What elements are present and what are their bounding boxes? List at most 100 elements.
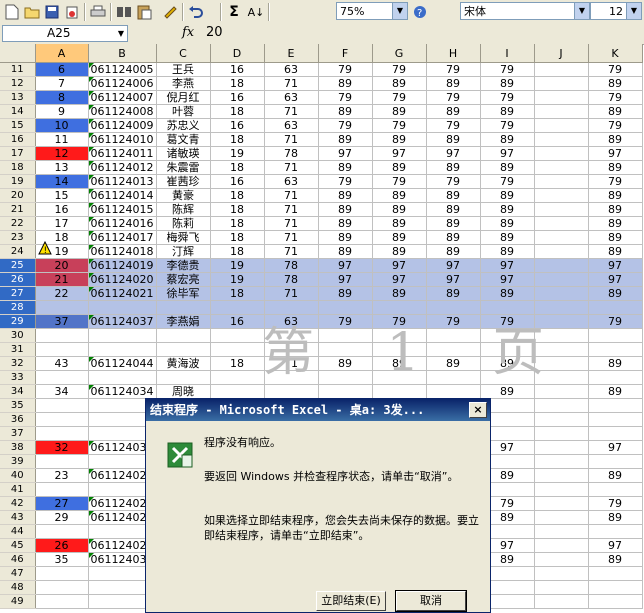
- cell-i[interactable]: 97: [480, 272, 535, 287]
- cell-b[interactable]: 061124007: [88, 90, 157, 105]
- cell-d[interactable]: 16: [210, 118, 265, 133]
- cell-a[interactable]: 10: [35, 118, 89, 133]
- cell-c[interactable]: 梅舜飞: [156, 230, 211, 245]
- cell-f[interactable]: 97: [318, 258, 373, 273]
- cell-c[interactable]: 李德贵: [156, 258, 211, 273]
- cell-a[interactable]: 27: [35, 496, 89, 511]
- cell-d[interactable]: 18: [210, 132, 265, 147]
- cell-c[interactable]: 汀辉: [156, 244, 211, 259]
- cell-f[interactable]: [318, 328, 373, 343]
- cell-f[interactable]: 79: [318, 118, 373, 133]
- cell-i[interactable]: [480, 300, 535, 315]
- cell-b[interactable]: 061124034: [88, 384, 157, 399]
- row-header[interactable]: 19: [0, 174, 36, 189]
- row-header[interactable]: 30: [0, 328, 36, 343]
- cell-j[interactable]: [534, 90, 589, 105]
- cell-f[interactable]: 89: [318, 244, 373, 259]
- cell-c[interactable]: 诸敏瑛: [156, 146, 211, 161]
- cell-a[interactable]: 8: [35, 90, 89, 105]
- cell-c[interactable]: 李燕: [156, 76, 211, 91]
- cell-f[interactable]: 79: [318, 314, 373, 329]
- cell-h[interactable]: 89: [426, 76, 481, 91]
- row-header[interactable]: 24: [0, 244, 36, 259]
- cell-d[interactable]: 19: [210, 258, 265, 273]
- cell-e[interactable]: 63: [264, 118, 319, 133]
- cell-h[interactable]: [426, 384, 481, 399]
- cell-i[interactable]: [480, 328, 535, 343]
- cell-k[interactable]: 89: [588, 384, 643, 399]
- cell-b[interactable]: 061124006: [88, 76, 157, 91]
- cell-k[interactable]: 89: [588, 230, 643, 245]
- cell-e[interactable]: [264, 328, 319, 343]
- font-size-select[interactable]: 12 ▼: [590, 2, 642, 20]
- cell-e[interactable]: 71: [264, 160, 319, 175]
- cancel-button[interactable]: 取消: [395, 590, 467, 612]
- cell-h[interactable]: 89: [426, 160, 481, 175]
- cell-g[interactable]: 89: [372, 202, 427, 217]
- cell-j[interactable]: [534, 286, 589, 301]
- column-header-a[interactable]: A: [35, 44, 89, 63]
- close-icon[interactable]: ×: [469, 402, 487, 418]
- cell-f[interactable]: 89: [318, 132, 373, 147]
- cell-a[interactable]: [35, 482, 89, 497]
- zoom-select[interactable]: 75% ▼: [336, 2, 408, 20]
- cell-a[interactable]: 26: [35, 538, 89, 553]
- cell-k[interactable]: [588, 594, 643, 609]
- cell-k[interactable]: 97: [588, 538, 643, 553]
- cell-k[interactable]: 89: [588, 552, 643, 567]
- cell-k[interactable]: [588, 342, 643, 357]
- cell-k[interactable]: 89: [588, 160, 643, 175]
- row-header[interactable]: 33: [0, 370, 36, 385]
- cell-g[interactable]: 89: [372, 188, 427, 203]
- cell-a[interactable]: 43: [35, 356, 89, 371]
- cell-k[interactable]: [588, 426, 643, 441]
- cell-c[interactable]: 黄海波: [156, 356, 211, 371]
- cell-j[interactable]: [534, 552, 589, 567]
- cell-c[interactable]: [156, 370, 211, 385]
- autosum-icon[interactable]: Σ: [224, 2, 244, 22]
- font-name-select[interactable]: 宋体 ▼: [460, 2, 590, 20]
- cell-b[interactable]: 061124013: [88, 174, 157, 189]
- cell-d[interactable]: 16: [210, 314, 265, 329]
- cell-h[interactable]: 79: [426, 118, 481, 133]
- cell-k[interactable]: 79: [588, 62, 643, 77]
- cell-d[interactable]: 19: [210, 272, 265, 287]
- cell-h[interactable]: 97: [426, 258, 481, 273]
- cell-a[interactable]: [35, 454, 89, 469]
- cell-d[interactable]: [210, 328, 265, 343]
- cell-g[interactable]: [372, 370, 427, 385]
- cell-h[interactable]: 97: [426, 272, 481, 287]
- row-header[interactable]: 21: [0, 202, 36, 217]
- cell-f[interactable]: 79: [318, 90, 373, 105]
- row-header[interactable]: 29: [0, 314, 36, 329]
- cell-a[interactable]: 15: [35, 188, 89, 203]
- formula-value[interactable]: 20: [206, 25, 223, 40]
- cell-j[interactable]: [534, 244, 589, 259]
- cell-i[interactable]: 79: [480, 118, 535, 133]
- column-header-e[interactable]: E: [264, 44, 319, 63]
- cell-h[interactable]: [426, 300, 481, 315]
- cell-i[interactable]: 89: [480, 244, 535, 259]
- cell-i[interactable]: 89: [480, 230, 535, 245]
- cell-j[interactable]: [534, 118, 589, 133]
- cell-i[interactable]: 89: [480, 188, 535, 203]
- cell-b[interactable]: [88, 300, 157, 315]
- cell-k[interactable]: [588, 566, 643, 581]
- row-header[interactable]: 31: [0, 342, 36, 357]
- cell-j[interactable]: [534, 188, 589, 203]
- cell-a[interactable]: 9: [35, 104, 89, 119]
- cell-f[interactable]: 89: [318, 76, 373, 91]
- cell-g[interactable]: 79: [372, 118, 427, 133]
- cell-c[interactable]: 蔡宏亮: [156, 272, 211, 287]
- cell-f[interactable]: 97: [318, 272, 373, 287]
- cell-d[interactable]: 19: [210, 146, 265, 161]
- cell-j[interactable]: [534, 566, 589, 581]
- cell-b[interactable]: 061124008: [88, 104, 157, 119]
- cell-h[interactable]: 79: [426, 62, 481, 77]
- cell-j[interactable]: [534, 104, 589, 119]
- cell-h[interactable]: 89: [426, 286, 481, 301]
- cell-j[interactable]: [534, 272, 589, 287]
- cell-c[interactable]: 黄豪: [156, 188, 211, 203]
- cell-h[interactable]: 89: [426, 104, 481, 119]
- cell-j[interactable]: [534, 510, 589, 525]
